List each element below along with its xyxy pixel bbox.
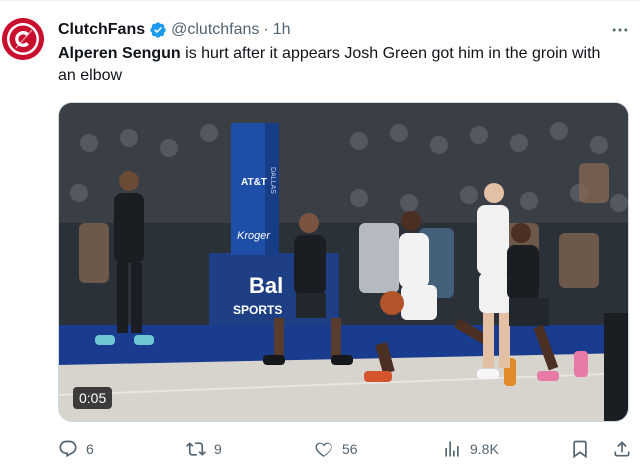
repost-icon [186, 442, 206, 456]
repost-button[interactable]: 9 [186, 436, 222, 462]
views-button[interactable]: 9.8K [442, 436, 499, 462]
like-button[interactable]: 56 [314, 436, 358, 462]
bookmark-icon [573, 440, 587, 459]
top-divider [0, 0, 640, 1]
bookmark-button[interactable] [570, 436, 590, 462]
author-name[interactable]: ClutchFans [58, 21, 145, 39]
views-chart-icon [445, 441, 459, 457]
repost-count: 9 [214, 441, 222, 457]
reply-icon [59, 440, 77, 458]
heart-icon [315, 442, 332, 458]
sports-sign: SPORTS [233, 303, 282, 317]
timestamp[interactable]: 1h [273, 21, 291, 39]
like-count: 56 [342, 441, 358, 457]
tweet-text-bold: Alperen Sengun [58, 45, 181, 62]
ballys-sign: Bal [249, 273, 283, 298]
reply-button[interactable]: 6 [58, 436, 94, 462]
att-sign: AT&T [241, 177, 267, 188]
verified-badge-icon [149, 21, 167, 39]
video-duration: 0:05 [73, 387, 113, 409]
bank-sign: DALLAS [269, 167, 276, 194]
share-button[interactable] [612, 436, 632, 462]
view-count: 9.8K [470, 441, 499, 457]
share-icon [614, 441, 630, 457]
clutchfans-logo-icon [2, 18, 44, 60]
separator-dot: · [263, 21, 269, 38]
video-frame: Bal SPORTS AT&T Kroger DALLAS [59, 103, 628, 421]
kroger-sign: Kroger [237, 230, 271, 242]
author-handle[interactable]: @clutchfans [171, 21, 259, 39]
avatar[interactable] [2, 18, 44, 60]
tweet-header: ClutchFans @clutchfans · 1h [58, 19, 291, 41]
action-bar: 6 9 56 9.8K [58, 436, 640, 462]
tweet-text: Alperen Sengun is hurt after it appears … [58, 43, 618, 87]
video-player[interactable]: Bal SPORTS AT&T Kroger DALLAS 0:05 [58, 102, 629, 422]
reply-count: 6 [86, 441, 94, 457]
more-options-icon[interactable] [606, 18, 634, 42]
